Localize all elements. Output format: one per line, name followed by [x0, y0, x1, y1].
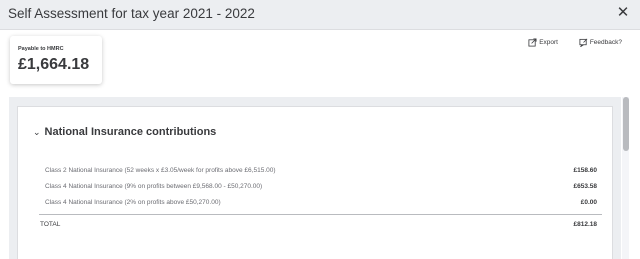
total-label: TOTAL: [40, 221, 61, 228]
feedback-label: Feedback?: [589, 39, 622, 46]
close-icon[interactable]: ✕: [614, 4, 632, 22]
row-amount: £158.60: [573, 167, 598, 174]
export-label: Export: [539, 39, 558, 46]
scrollbar-thumb[interactable]: [623, 97, 629, 151]
feedback-icon: [579, 38, 588, 47]
payable-amount: £1,664.18: [18, 56, 90, 73]
window-title: Self Assessment for tax year 2021 - 2022: [8, 6, 255, 21]
section-toggle[interactable]: ⌄ National Insurance contributions: [33, 126, 216, 138]
window-titlebar: Self Assessment for tax year 2021 - 2022…: [0, 0, 640, 30]
payable-label: Payable to HMRC: [18, 46, 64, 52]
export-icon: [528, 38, 537, 47]
total-divider: [39, 214, 602, 215]
ni-contributions-section: ⌄ National Insurance contributions Class…: [17, 106, 613, 259]
row-label: Class 4 National Insurance (2% on profit…: [45, 199, 221, 206]
row-label: Class 4 National Insurance (9% on profit…: [45, 183, 263, 190]
row-amount: £0.00: [580, 199, 597, 206]
row-amount: £653.58: [573, 183, 598, 190]
row-label: Class 2 National Insurance (52 weeks x £…: [45, 167, 276, 174]
total-amount: £812.18: [573, 221, 598, 228]
section-title: National Insurance contributions: [44, 126, 217, 138]
chevron-down-icon: ⌄: [33, 126, 41, 137]
export-button[interactable]: Export: [528, 38, 558, 47]
payable-summary-card: Payable to HMRC £1,664.18: [10, 36, 102, 84]
vertical-scrollbar[interactable]: [622, 97, 629, 259]
feedback-button[interactable]: Feedback?: [579, 38, 622, 47]
